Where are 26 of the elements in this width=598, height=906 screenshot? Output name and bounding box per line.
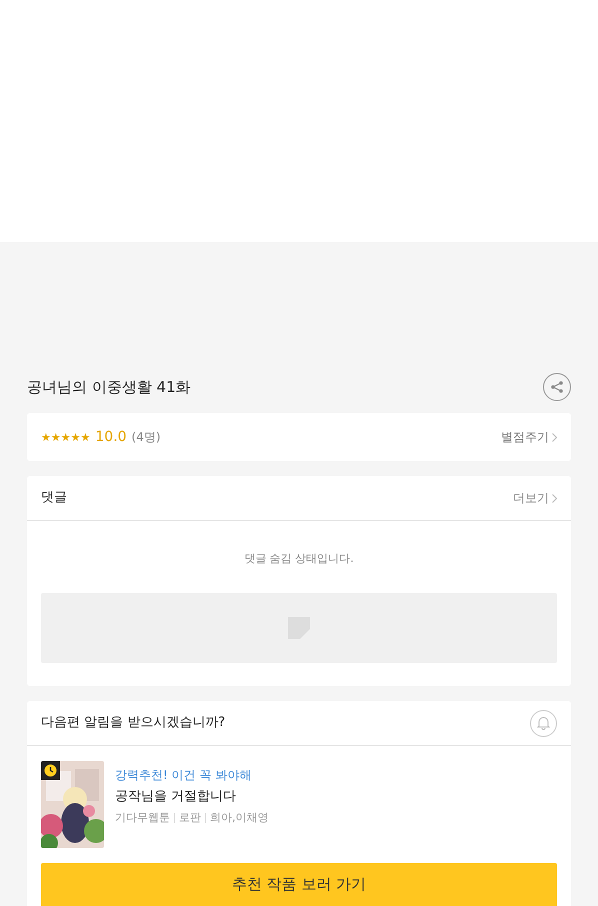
star-icon: ★	[50, 432, 61, 442]
star-icon: ★	[41, 432, 51, 442]
clock-icon	[44, 764, 57, 777]
more-link[interactable]: 더보기	[513, 489, 557, 507]
bell-icon	[537, 716, 550, 730]
comments-title: 댓글	[41, 489, 67, 508]
rating-count: (4명)	[132, 429, 161, 446]
rate-link[interactable]: 별점주기	[501, 428, 557, 446]
work-meta: 희아,이채영	[210, 810, 268, 826]
recommended-works-button[interactable]: 추천 작품 보러 가기	[41, 863, 557, 906]
hidden-comments-message: 댓글 숨김 상태입니다.	[244, 551, 354, 567]
recommended-title[interactable]: 공작님을 거절합니다	[115, 787, 268, 806]
episode-title: 공녀님의 이중생활 41화	[27, 376, 191, 398]
star-icon: ★	[70, 432, 80, 442]
chevron-icon	[552, 494, 557, 502]
star-icon: ★	[80, 432, 90, 442]
work-meta: 기다무웹툰	[115, 810, 170, 826]
recommendation-tag: 강력추천! 이건 꼭 봐야해	[115, 766, 268, 784]
share-icon	[550, 380, 564, 394]
share-button[interactable]	[543, 373, 571, 401]
notification-question: 다음편 알림을 받으시겠습니까?	[41, 714, 226, 732]
chevron-icon	[552, 432, 557, 442]
rating-score: 10.0	[95, 428, 127, 446]
work-meta: 로판	[179, 810, 201, 826]
star-icon: ★	[60, 432, 71, 442]
notification-bell-button[interactable]	[530, 710, 557, 736]
